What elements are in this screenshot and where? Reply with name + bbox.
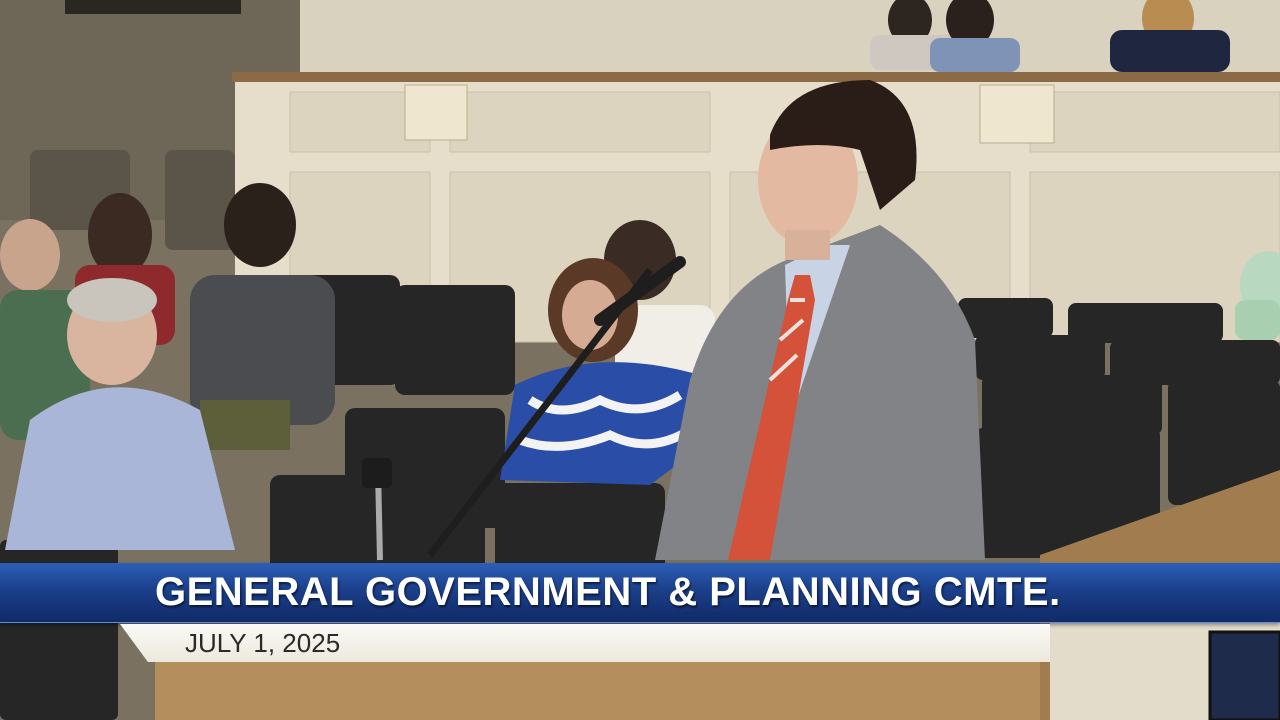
meeting-date: JULY 1, 2025 — [185, 628, 341, 658]
laptop-screen — [1208, 630, 1280, 720]
notice-sign — [404, 84, 468, 141]
meeting-title: GENERAL GOVERNMENT & PLANNING CMTE. — [155, 570, 1061, 614]
notice-sign — [979, 84, 1055, 144]
wall-frame — [65, 0, 241, 14]
